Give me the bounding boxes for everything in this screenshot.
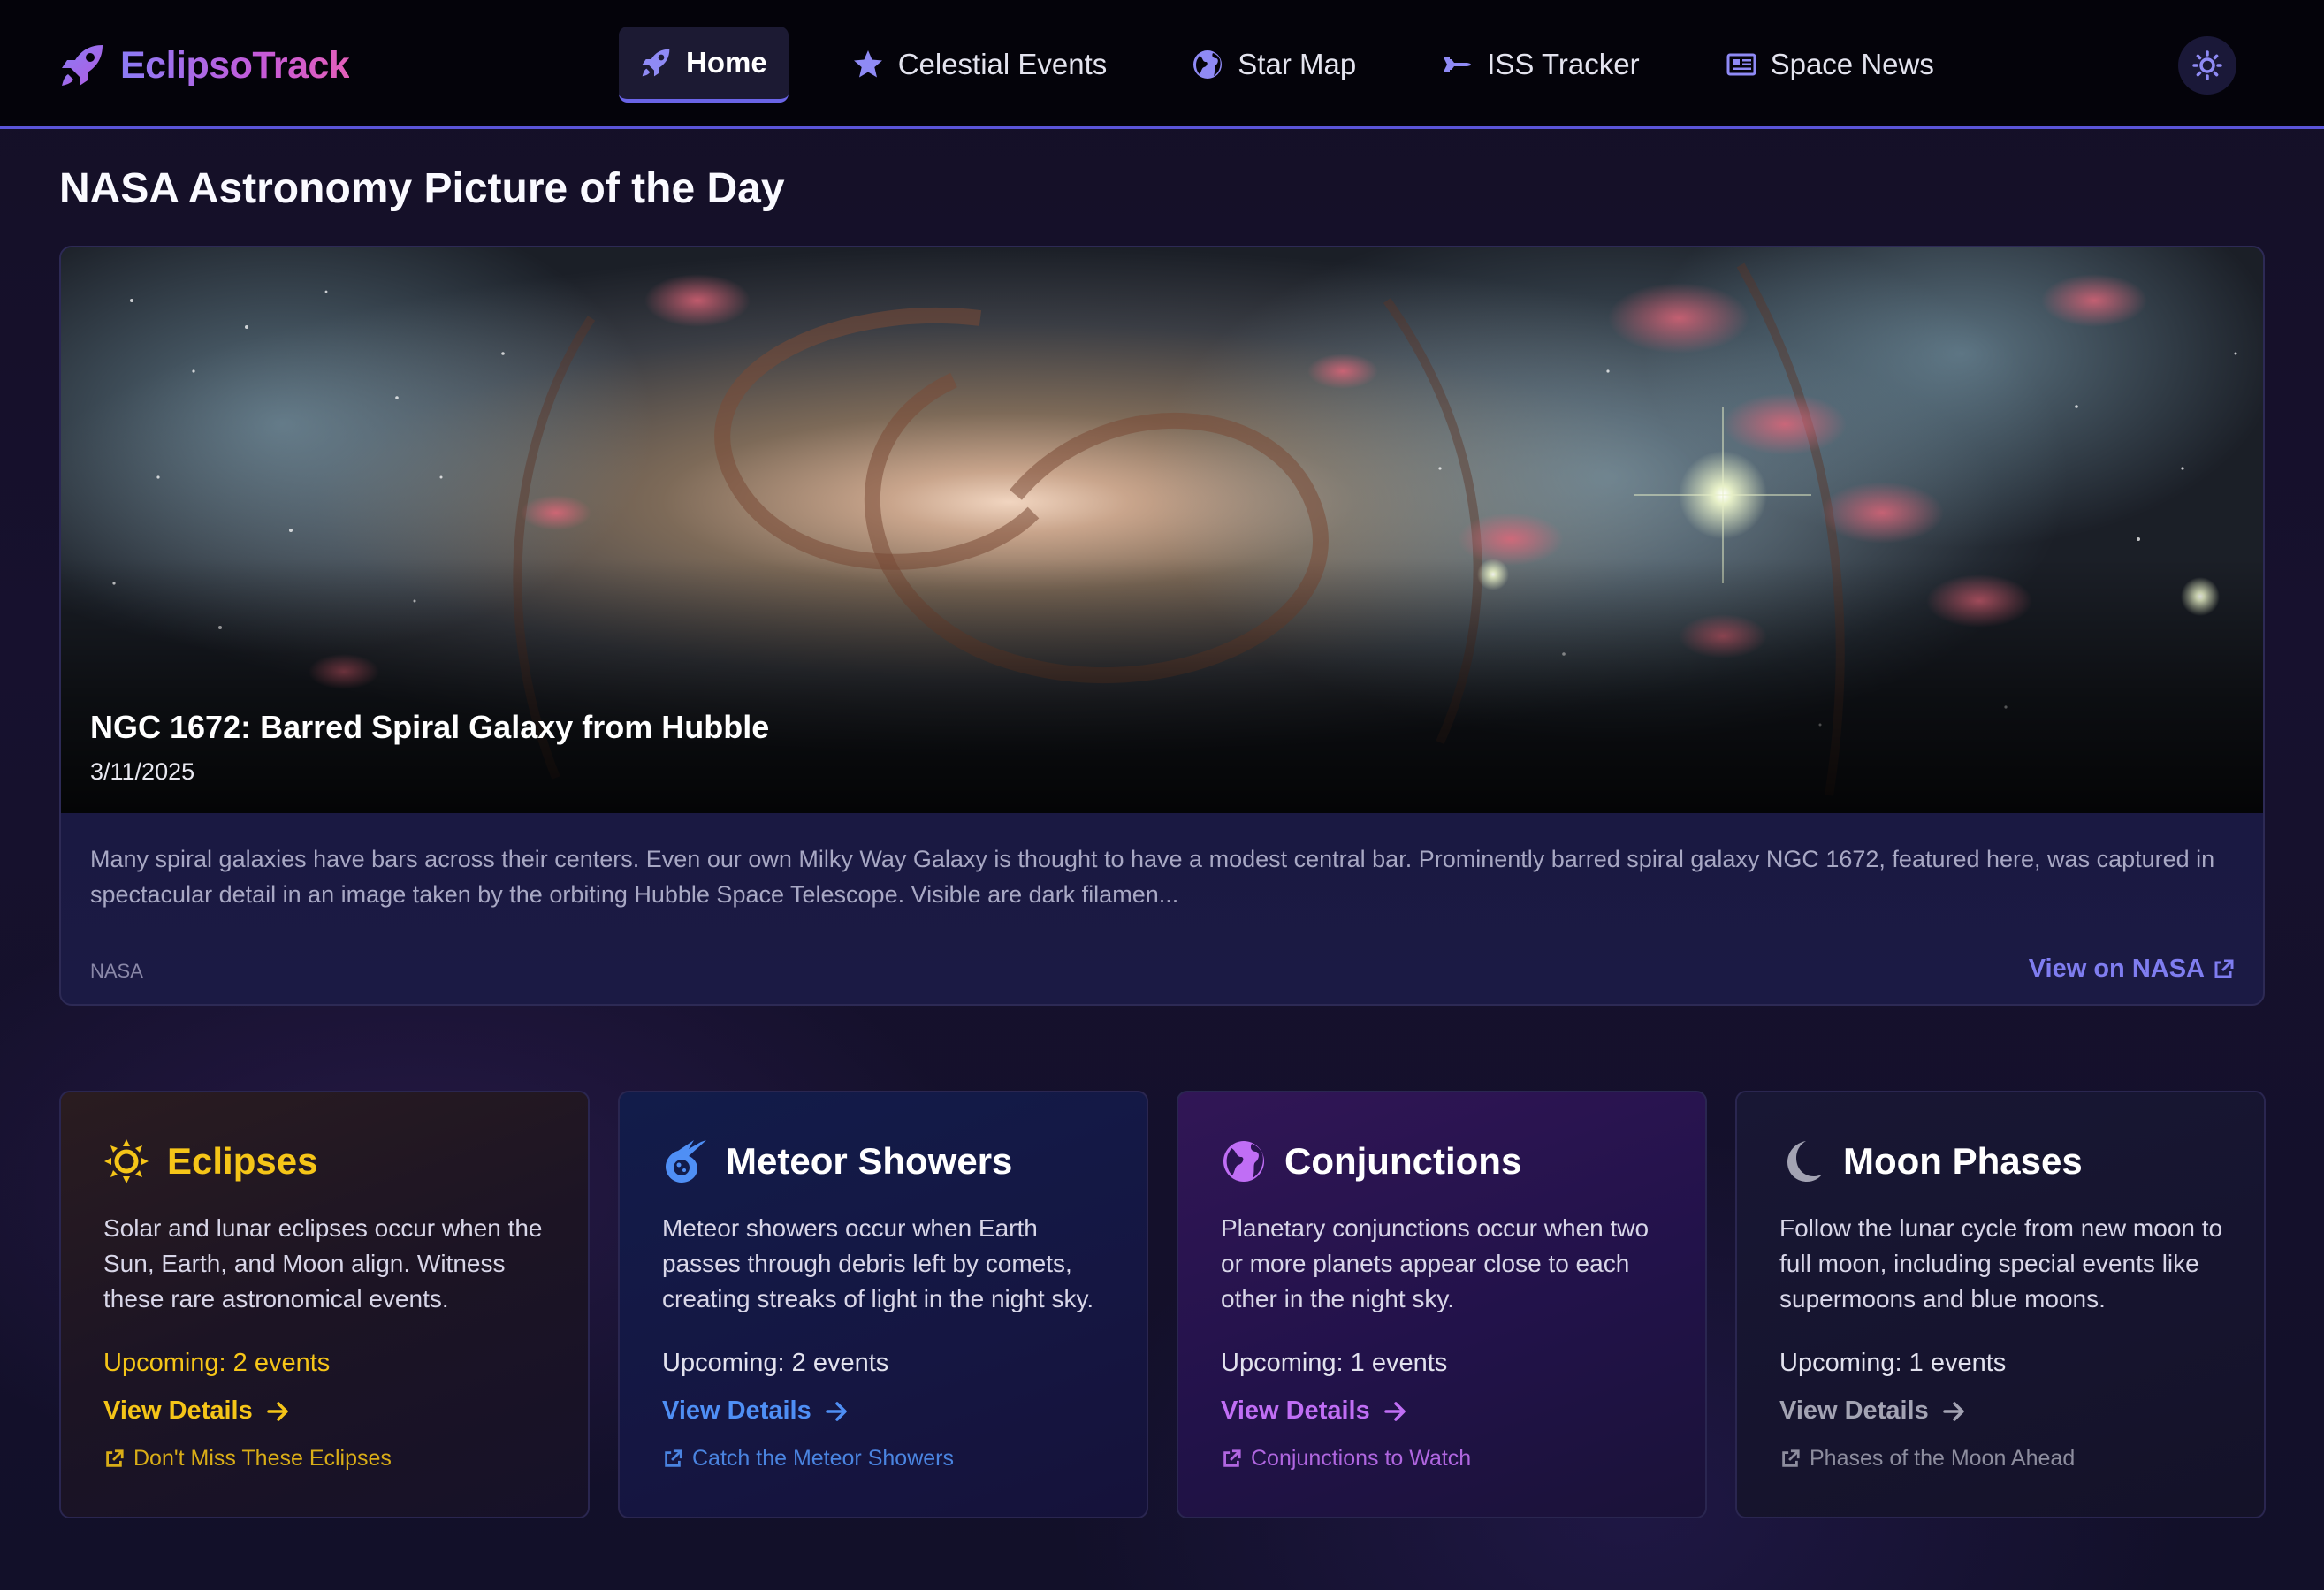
apod-caption: NGC 1672: Barred Spiral Galaxy from Hubb… <box>90 709 769 786</box>
top-navbar: EclipsoTrack Home Celestial Events Star … <box>0 0 2324 129</box>
card-title: Eclipses <box>167 1140 318 1182</box>
rocket-icon <box>62 45 103 86</box>
nav-item-star-map[interactable]: Star Map <box>1170 27 1377 103</box>
newspaper-icon <box>1726 53 1756 76</box>
apod-image[interactable]: NGC 1672: Barred Spiral Galaxy from Hubb… <box>61 247 2263 813</box>
upcoming-count: Upcoming: 2 events <box>662 1349 889 1377</box>
upcoming-count: Upcoming: 2 events <box>103 1349 331 1377</box>
nav-item-label: Home <box>686 46 767 79</box>
nav-item-label: Star Map <box>1238 48 1357 80</box>
card-eclipses: Eclipses Solar and lunar eclipses occur … <box>59 1091 590 1518</box>
card-description: Follow the lunar cycle from new moon to … <box>1779 1214 2223 1312</box>
moon-icon <box>1787 1141 1822 1182</box>
external-link[interactable]: Don't Miss These Eclipses <box>103 1446 392 1472</box>
upcoming-count: Upcoming: 1 events <box>1221 1349 1448 1377</box>
external-link[interactable]: Conjunctions to Watch <box>1221 1446 1471 1472</box>
sun-icon <box>2192 50 2222 80</box>
external-link-label: Catch the Meteor Showers <box>692 1446 954 1471</box>
theme-toggle-button[interactable] <box>2178 36 2236 95</box>
arrow-right-icon <box>825 1401 847 1421</box>
card-conjunctions: Conjunctions Planetary conjunctions occu… <box>1177 1091 1707 1518</box>
view-on-nasa-label: View on NASA <box>2028 955 2205 983</box>
nav-item-home[interactable]: Home <box>619 27 789 103</box>
external-link-icon <box>2214 959 2234 978</box>
external-link[interactable]: Catch the Meteor Showers <box>662 1446 954 1472</box>
apod-credit: NASA <box>90 960 143 982</box>
arrow-right-icon <box>1942 1401 1964 1421</box>
external-link[interactable]: Phases of the Moon Ahead <box>1779 1446 2075 1472</box>
nav-item-iss-tracker[interactable]: ISS Tracker <box>1420 27 1660 103</box>
nav-item-label: Space News <box>1770 48 1934 80</box>
external-link-icon <box>106 1449 124 1467</box>
external-link-icon <box>665 1449 682 1467</box>
view-details-label: View Details <box>662 1396 811 1425</box>
external-link-icon <box>1782 1449 1800 1467</box>
card-moon-phases: Moon Phases Follow the lunar cycle from … <box>1735 1091 2266 1518</box>
view-details-button[interactable]: View Details <box>1221 1396 1407 1426</box>
brand-logo[interactable]: EclipsoTrack <box>58 41 350 90</box>
sun-icon <box>104 1139 149 1183</box>
star-icon <box>853 50 882 78</box>
card-description: Solar and lunar eclipses occur when the … <box>103 1214 543 1312</box>
brand-name: EclipsoTrack <box>120 43 350 87</box>
external-link-label: Phases of the Moon Ahead <box>1810 1446 2076 1471</box>
apod-card: NGC 1672: Barred Spiral Galaxy from Hubb… <box>59 246 2265 1006</box>
nav-item-label: Celestial Events <box>897 48 1108 80</box>
globe-icon <box>1193 50 1223 79</box>
apod-title: NGC 1672: Barred Spiral Galaxy from Hubb… <box>90 709 770 745</box>
nav-menu: Home Celestial Events Star Map ISS Track… <box>619 27 1998 103</box>
card-title: Meteor Showers <box>726 1140 1013 1182</box>
external-link-label: Conjunctions to Watch <box>1251 1446 1472 1471</box>
nav-item-label: ISS Tracker <box>1487 48 1640 80</box>
card-description: Planetary conjunctions occur when two or… <box>1221 1214 1650 1312</box>
card-meteor-showers: Meteor Showers Meteor showers occur when… <box>618 1091 1148 1518</box>
nav-item-celestial-events[interactable]: Celestial Events <box>831 27 1129 103</box>
globe-icon <box>1223 1141 1264 1182</box>
section-title: NASA Astronomy Picture of the Day <box>59 165 785 212</box>
apod-date: 3/11/2025 <box>90 758 195 785</box>
arrow-right-icon <box>266 1401 288 1421</box>
external-link-icon <box>1223 1449 1241 1467</box>
view-details-label: View Details <box>103 1396 253 1425</box>
nav-item-space-news[interactable]: Space News <box>1703 27 1955 103</box>
view-details-button[interactable]: View Details <box>103 1396 290 1426</box>
card-description: Meteor showers occur when Earth passes t… <box>662 1214 1094 1312</box>
arrow-right-icon <box>1383 1401 1406 1421</box>
view-details-button[interactable]: View Details <box>1779 1396 1966 1426</box>
upcoming-count: Upcoming: 1 events <box>1779 1349 2007 1377</box>
card-title: Conjunctions <box>1284 1140 1522 1182</box>
meteor-icon <box>666 1140 706 1183</box>
view-details-button[interactable]: View Details <box>662 1396 849 1426</box>
apod-description: Many spiral galaxies have bars across th… <box>90 846 2215 908</box>
event-category-cards: Eclipses Solar and lunar eclipses occur … <box>59 1091 2266 1518</box>
card-title: Moon Phases <box>1843 1140 2083 1182</box>
view-on-nasa-link[interactable]: View on NASA <box>2029 955 2235 984</box>
external-link-label: Don't Miss These Eclipses <box>133 1446 392 1471</box>
satellite-icon <box>1444 57 1472 72</box>
view-details-label: View Details <box>1221 1396 1370 1425</box>
rocket-icon <box>642 49 670 77</box>
view-details-label: View Details <box>1779 1396 1929 1425</box>
